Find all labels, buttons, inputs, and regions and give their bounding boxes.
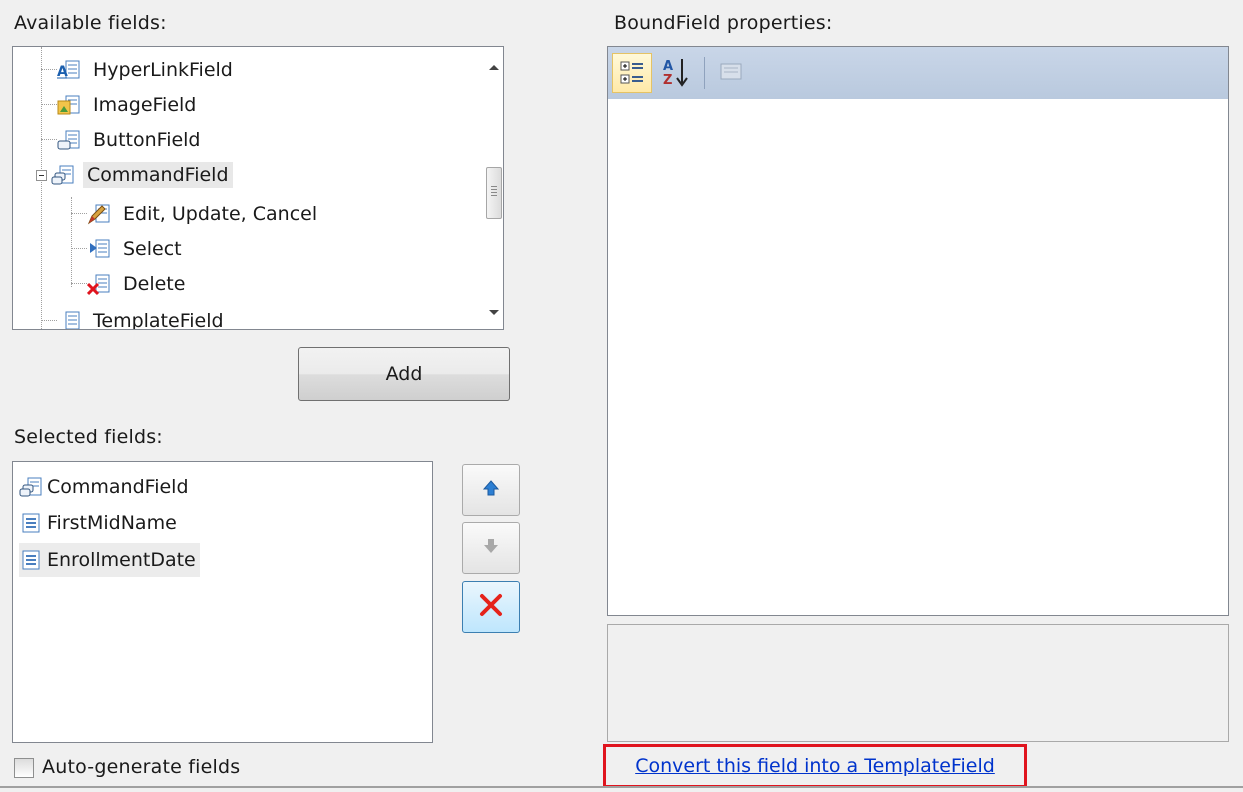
property-pages-icon xyxy=(712,63,750,95)
auto-generate-checkbox[interactable] xyxy=(14,758,34,778)
arrow-up-icon xyxy=(481,478,501,502)
scroll-up-arrow-icon[interactable] xyxy=(489,65,499,70)
select-command-icon xyxy=(87,237,111,261)
scroll-down-arrow-icon[interactable] xyxy=(489,310,499,315)
bound-field-icon xyxy=(19,511,43,535)
bottom-divider xyxy=(0,786,1243,788)
tree-item-label: ButtonField xyxy=(93,129,201,151)
list-item-label: CommandField xyxy=(47,476,189,498)
move-up-button[interactable] xyxy=(462,464,520,516)
command-field-icon xyxy=(19,475,43,499)
delete-field-button[interactable] xyxy=(462,581,520,633)
tree-item-edit-update-cancel[interactable]: Edit, Update, Cancel xyxy=(87,197,321,231)
property-pages-button[interactable] xyxy=(712,53,752,93)
scroll-thumb[interactable] xyxy=(486,167,502,219)
properties-label: BoundField properties: xyxy=(614,12,833,34)
template-field-icon xyxy=(57,309,81,329)
alphabetical-icon: AZ xyxy=(658,59,696,95)
image-field-icon xyxy=(57,93,81,117)
tree-item-imagefield[interactable]: ImageField xyxy=(57,88,200,122)
tree-item-templatefield[interactable]: TemplateField xyxy=(57,304,228,330)
categorized-icon xyxy=(613,61,651,96)
tree-item-delete[interactable]: Delete xyxy=(86,267,189,301)
property-grid[interactable]: AZ xyxy=(607,46,1229,616)
tree-item-commandfield[interactable]: CommandField xyxy=(51,158,233,192)
tree-scrollbar[interactable] xyxy=(485,47,503,329)
available-fields-tree[interactable]: A HyperLinkField ImageField ButtonField … xyxy=(12,46,504,330)
categorized-button[interactable] xyxy=(612,53,652,93)
convert-to-templatefield-link[interactable]: Convert this field into a TemplateField xyxy=(603,744,1027,788)
button-field-icon xyxy=(57,128,81,152)
property-grid-toolbar: AZ xyxy=(608,47,1228,99)
tree-item-hyperlinkfield[interactable]: A HyperLinkField xyxy=(57,53,237,87)
tree-item-select[interactable]: Select xyxy=(87,232,186,266)
delete-command-icon xyxy=(86,272,111,296)
tree-item-label: ImageField xyxy=(93,94,197,116)
tree-item-buttonfield[interactable]: ButtonField xyxy=(57,123,205,157)
move-down-button[interactable] xyxy=(462,522,520,574)
tree-item-label: TemplateField xyxy=(93,310,224,330)
delete-x-icon xyxy=(478,592,504,622)
available-fields-label: Available fields: xyxy=(14,12,167,34)
selected-fields-list[interactable]: CommandField FirstMidName EnrollmentDate xyxy=(12,461,433,743)
list-item-label: FirstMidName xyxy=(47,512,177,534)
tree-item-label: Select xyxy=(123,238,182,260)
bound-field-icon xyxy=(19,548,43,572)
selected-fields-label: Selected fields: xyxy=(14,426,163,448)
edit-command-icon xyxy=(87,202,111,226)
list-item-commandfield[interactable]: CommandField xyxy=(19,470,193,504)
property-description-pane xyxy=(607,624,1229,742)
list-item-firstmidname[interactable]: FirstMidName xyxy=(19,506,181,540)
svg-text:Z: Z xyxy=(663,73,672,88)
tree-item-label: Delete xyxy=(123,273,186,295)
list-item-label: EnrollmentDate xyxy=(47,549,196,571)
command-field-icon xyxy=(51,163,75,187)
collapse-toggle[interactable] xyxy=(36,170,47,181)
tree-item-label: CommandField xyxy=(83,162,233,188)
arrow-down-icon xyxy=(481,536,501,560)
tree-item-label: Edit, Update, Cancel xyxy=(123,203,318,225)
auto-generate-label: Auto-generate fields xyxy=(42,756,241,778)
hyperlink-field-icon: A xyxy=(57,58,81,82)
list-item-enrollmentdate[interactable]: EnrollmentDate xyxy=(19,543,200,577)
add-button[interactable]: Add xyxy=(298,347,510,401)
tree-item-label: HyperLinkField xyxy=(93,59,233,81)
svg-text:A: A xyxy=(663,59,673,74)
alphabetical-button[interactable]: AZ xyxy=(658,53,698,93)
